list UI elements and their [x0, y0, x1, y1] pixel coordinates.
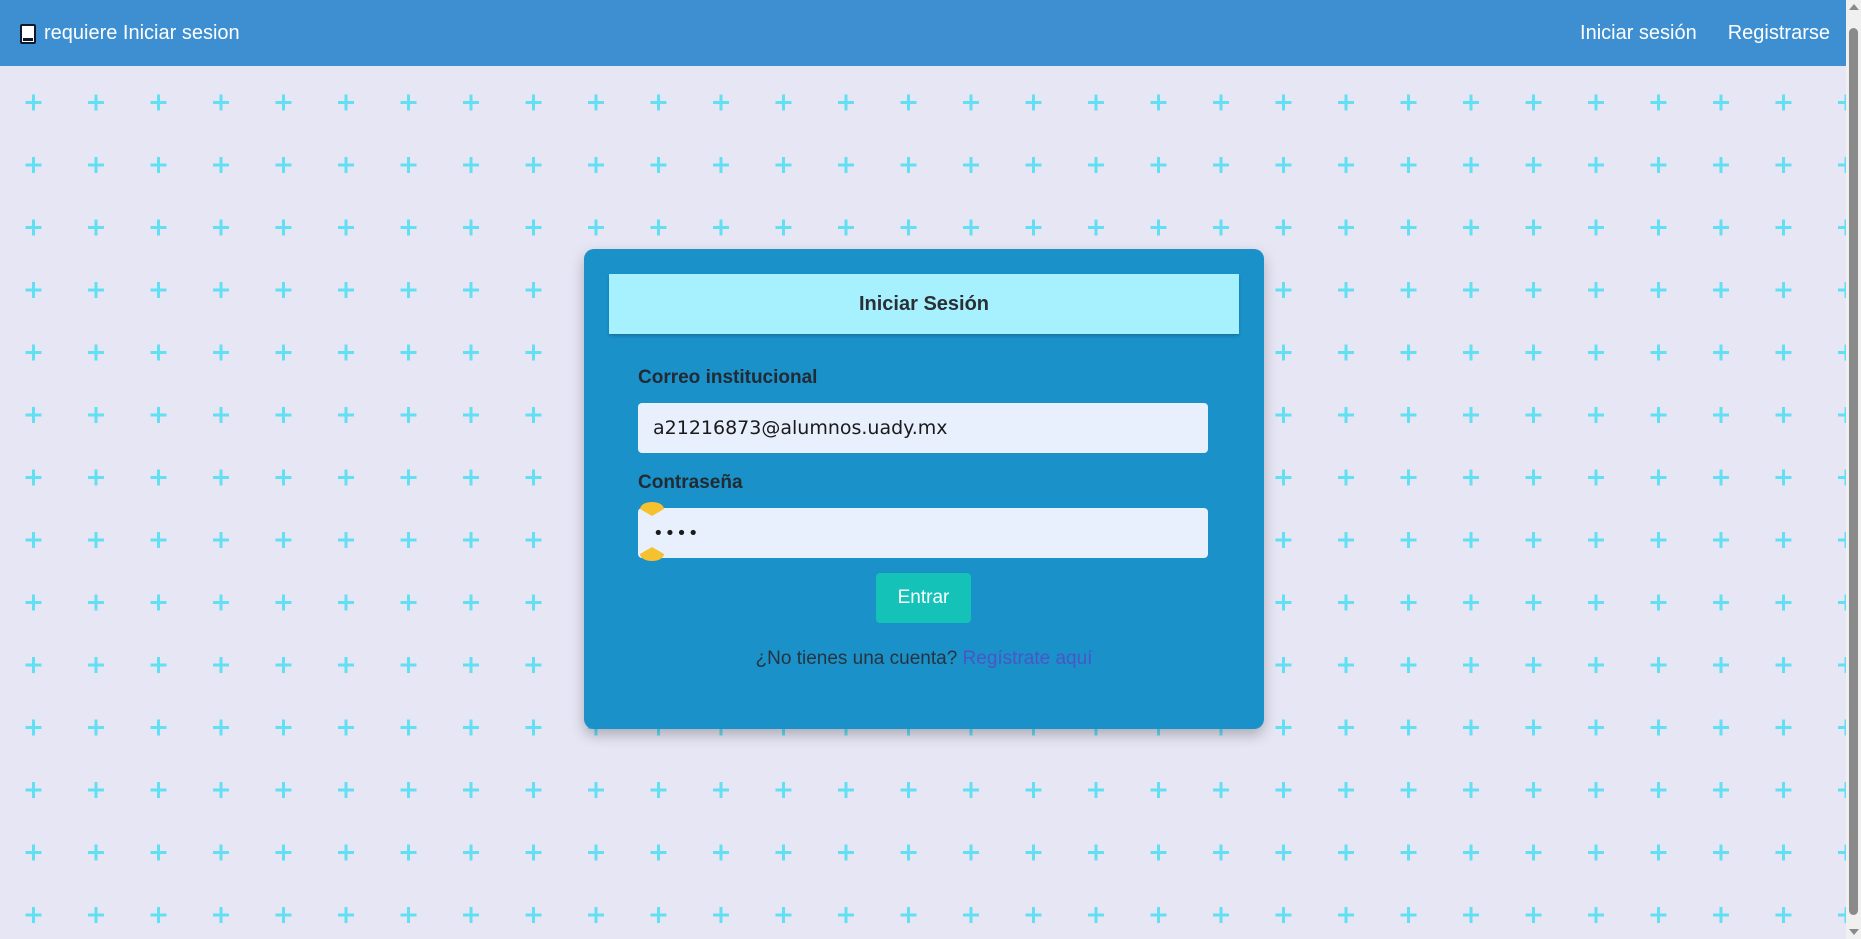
scroll-thumb[interactable] [1849, 28, 1858, 915]
submit-button[interactable]: Entrar [876, 573, 971, 623]
register-link[interactable]: Regístrate aquí [963, 648, 1093, 669]
register-prompt-line: ¿No tienes una cuenta? Regístrate aquí [584, 648, 1264, 670]
nav-login-link[interactable]: Iniciar sesión [1580, 22, 1697, 45]
register-prompt-text: ¿No tienes una cuenta? [755, 648, 958, 669]
book-icon [20, 23, 36, 44]
nav-register-link[interactable]: Registrarse [1728, 22, 1830, 45]
scroll-down-icon[interactable] [1849, 929, 1859, 935]
login-card-header: Iniciar Sesión [609, 274, 1239, 334]
email-field[interactable] [638, 403, 1208, 453]
nav-links: Iniciar sesión Registrarse [1580, 22, 1830, 45]
login-title: Iniciar Sesión [858, 292, 990, 315]
email-label: Correo institucional [638, 367, 818, 388]
brand-text: requiere Iniciar sesion [44, 22, 240, 44]
password-field[interactable] [638, 508, 1208, 558]
navbar-brand[interactable]: requiere Iniciar sesion [20, 22, 240, 45]
vertical-scrollbar[interactable] [1846, 0, 1861, 939]
scroll-up-icon[interactable] [1849, 4, 1859, 10]
login-card: Iniciar Sesión Correo institucional Cont… [584, 249, 1264, 729]
top-navbar: requiere Iniciar sesion Iniciar sesión R… [0, 0, 1846, 66]
password-label: Contraseña [638, 472, 743, 493]
